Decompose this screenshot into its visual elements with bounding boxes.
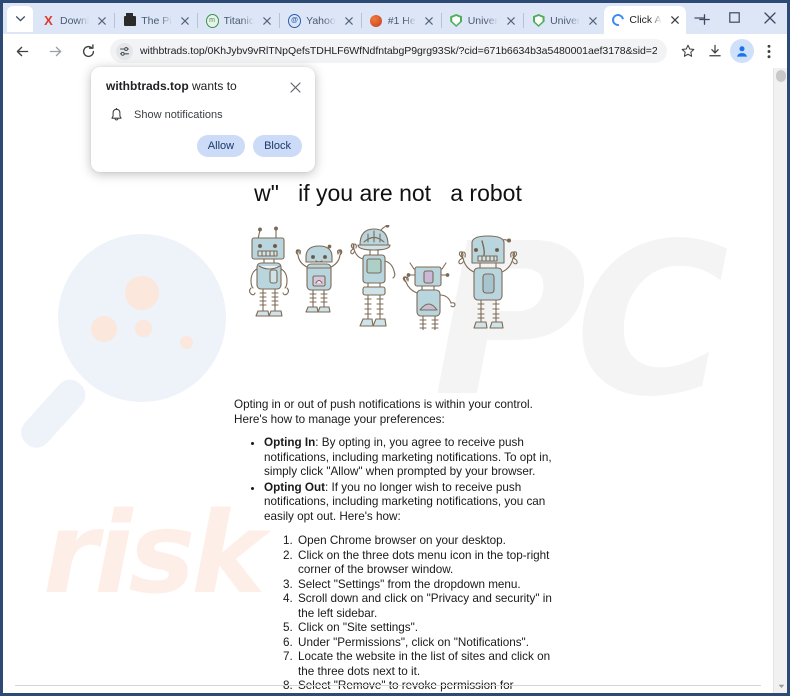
chrome-loading-icon [609,11,627,29]
dialog-title-row: withbtrads.top wants to [106,79,302,94]
red-x-icon: X [44,13,53,28]
tab-close-icon[interactable] [94,13,110,29]
tab-number-one-he[interactable]: #1 He [363,7,440,34]
list-item: Select "Settings" from the dropdown menu… [296,578,552,593]
tab-the-pi[interactable]: The Pi [116,7,195,34]
profile-avatar-icon[interactable] [730,39,754,63]
tab-label: Downl [60,14,90,27]
list-item: Locate the website in the list of sites … [296,650,552,679]
tab-close-icon[interactable] [421,13,437,29]
magnifier-watermark-handle [15,373,92,454]
green-shield-icon [450,14,463,27]
site-settings-icon[interactable] [116,42,133,60]
bullet-lead: Opting In [264,436,316,449]
tab-univer-1[interactable]: Univer [443,7,522,34]
tab-separator [360,13,362,28]
browser-window: X Downl The Pi m Titanic @ Yahoo #1 He U… [0,0,790,696]
tab-separator [114,13,116,28]
intro-paragraph: Opting in or out of push notifications i… [234,398,533,426]
close-icon[interactable] [752,3,787,32]
removal-steps-list: Open Chrome browser on your desktop. Cli… [234,534,552,693]
tab-downl[interactable]: X Downl [35,7,113,34]
list-item: Open Chrome browser on your desktop. [296,534,552,549]
tab-label: The Pi [141,14,172,27]
watermark-dot [125,276,159,310]
tab-close-icon[interactable] [177,13,193,29]
close-icon[interactable] [288,80,302,94]
list-item: Click on the three dots menu icon in the… [296,549,552,578]
tab-label: Click A [629,14,662,26]
footer-divider [15,685,761,686]
tab-label: Univer [550,14,581,27]
magnifier-watermark-lens [58,234,226,402]
list-item: Scroll down and click on "Privacy and se… [296,592,552,621]
browser-toolbar: withbtrads.top/0KhJybv9vRlTNpQefsTDHLF6W… [3,34,787,68]
address-bar-url: withbtrads.top/0KhJybv9vRlTNpQefsTDHLF6W… [140,45,657,57]
minimize-icon[interactable] [682,3,717,32]
instructions-block: Opting in or out of push notifications i… [234,398,552,693]
tab-univer-2[interactable]: Univer [525,7,604,34]
tab-label: Titanic [223,14,255,27]
tab-close-icon[interactable] [585,13,601,29]
watermark-dot [135,320,152,337]
dialog-actions: Allow Block [106,135,302,157]
block-button[interactable]: Block [253,135,302,157]
download-icon[interactable] [703,39,727,63]
risk-watermark: risk [43,489,266,619]
tab-yahoo[interactable]: @ Yahoo [281,7,360,34]
allow-button[interactable]: Allow [196,135,246,157]
bullet-opting-out: Opting Out: If you no longer wish to rec… [264,481,552,525]
printer-icon [123,12,136,27]
watermark-dot [91,316,117,342]
page-headline: w" if you are not a robot [254,180,522,206]
list-item: Click on "Site settings". [296,621,552,636]
dialog-origin: withbtrads.top [106,79,189,93]
tab-close-icon[interactable] [667,12,683,28]
permission-option-row: Show notifications [106,108,302,122]
three-dot-menu-icon[interactable] [757,39,781,63]
star-icon[interactable] [676,39,700,63]
address-bar[interactable]: withbtrads.top/0KhJybv9vRlTNpQefsTDHLF6W… [110,39,667,63]
watermark-dot [180,336,193,349]
dialog-title: withbtrads.top wants to [106,79,237,94]
list-item: Select "Remove" to revoke permission for… [296,679,552,693]
forward-arrow-icon[interactable] [42,38,68,64]
scrollbar-down-arrow-icon[interactable] [774,679,787,693]
dialog-title-suffix: wants to [188,79,237,93]
tab-close-icon[interactable] [259,13,275,29]
toolbar-actions [673,39,781,63]
tab-separator [440,13,442,28]
list-item: Under "Permissions", click on "Notificat… [296,636,552,651]
tab-separator [523,13,525,28]
bullet-lead: Opting Out [264,480,326,494]
notification-permission-dialog: withbtrads.top wants to Show notificatio… [91,67,315,172]
tab-label: Univer [467,14,499,27]
tab-separator [279,13,281,28]
tab-separator [196,13,198,28]
green-shield-icon [532,14,545,27]
bell-icon [109,108,124,122]
green-circle-icon: m [205,13,219,28]
opting-bullet-list: Opting In: By opting in, you agree to re… [234,436,552,524]
tab-click-a-active[interactable]: Click A [604,6,686,34]
reload-icon[interactable] [75,38,101,64]
robots-illustration [246,223,526,341]
maximize-icon[interactable] [717,3,752,32]
tab-titanic[interactable]: m Titanic [199,7,279,34]
orange-sphere-icon [370,14,383,27]
tab-close-icon[interactable] [503,13,519,29]
scrollbar-thumb[interactable] [776,70,786,82]
tab-label: #1 He [387,14,416,27]
window-controls [682,3,787,32]
tab-close-icon[interactable] [341,13,357,29]
tab-search-chevron-down-icon[interactable] [7,6,33,32]
tab-strip: X Downl The Pi m Titanic @ Yahoo #1 He U… [3,3,787,34]
bullet-opting-in: Opting In: By opting in, you agree to re… [264,436,552,480]
page-scrollbar[interactable] [773,68,787,693]
yahoo-icon: @ [288,13,302,28]
back-arrow-icon[interactable] [9,38,35,64]
permission-option-label: Show notifications [134,109,223,121]
tab-label: Yahoo [306,14,336,27]
